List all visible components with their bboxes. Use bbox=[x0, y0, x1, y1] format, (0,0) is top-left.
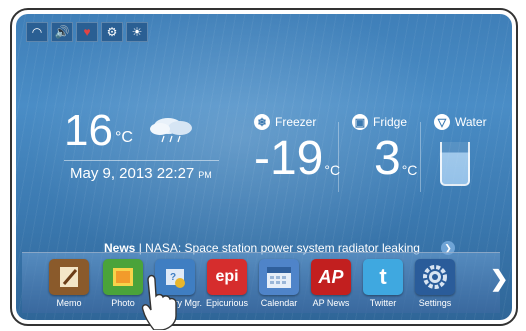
chevron-right-icon[interactable]: ❯ bbox=[490, 266, 508, 292]
fridge-panel[interactable]: ▣ Fridge 3 °C bbox=[352, 114, 418, 185]
date-time: May 9, 2013 22:27 PM bbox=[70, 165, 212, 182]
app-settings[interactable]: Settings bbox=[410, 259, 460, 308]
app-label: Memo bbox=[56, 298, 82, 308]
fridge-label: Fridge bbox=[373, 115, 408, 129]
zone-divider bbox=[338, 122, 339, 192]
app-ap-news[interactable]: AP AP News bbox=[306, 259, 356, 308]
snowflake-icon: ❄ bbox=[254, 114, 270, 130]
ap-news-icon: AP bbox=[311, 259, 351, 295]
alert-icon[interactable]: ♥ bbox=[76, 22, 98, 42]
outdoor-temperature: 16 °C bbox=[64, 109, 133, 153]
app-calendar[interactable]: Calendar bbox=[254, 259, 304, 308]
speaker-icon[interactable]: 🔊 bbox=[51, 22, 73, 42]
app-label: AP News bbox=[312, 298, 350, 308]
app-epicurious[interactable]: epi Epicurious bbox=[202, 259, 252, 308]
calendar-icon bbox=[259, 259, 299, 295]
date-time-text: May 9, 2013 22:27 bbox=[70, 165, 195, 182]
epicurious-icon: epi bbox=[207, 259, 247, 295]
status-bar: ◠ 🔊 ♥ ⚙ ☀ bbox=[26, 22, 148, 42]
weather-divider bbox=[64, 160, 219, 161]
water-icon: ▽ bbox=[434, 114, 450, 130]
ampm-label: PM bbox=[198, 170, 212, 180]
zone-divider bbox=[420, 122, 421, 192]
wifi-icon[interactable]: ◠ bbox=[26, 22, 48, 42]
photo-icon bbox=[103, 259, 143, 295]
ap-logo-text: AP bbox=[318, 266, 344, 287]
freezer-temperature: -19 bbox=[254, 132, 324, 185]
fridge-unit: °C bbox=[401, 162, 418, 178]
epicurious-logo-text: epi bbox=[215, 268, 239, 285]
light-icon[interactable]: ☀ bbox=[126, 22, 148, 42]
pointing-hand-icon bbox=[141, 274, 177, 330]
app-twitter[interactable]: t Twitter bbox=[358, 259, 408, 308]
water-glass-icon bbox=[440, 142, 470, 186]
water-panel[interactable]: ▽ Water bbox=[434, 114, 487, 130]
app-memo[interactable]: Memo bbox=[44, 259, 94, 308]
app-label: Twitter bbox=[369, 298, 397, 308]
app-label: Calendar bbox=[260, 298, 298, 308]
freezer-label: Freezer bbox=[275, 115, 317, 129]
twitter-logo-text: t bbox=[379, 264, 387, 289]
app-label: Epicurious bbox=[205, 298, 249, 308]
fridge-temperature: 3 bbox=[374, 132, 401, 185]
twitter-icon: t bbox=[363, 259, 403, 295]
memo-icon bbox=[49, 259, 89, 295]
water-label: Water bbox=[455, 115, 487, 129]
app-dock: Memo Photo ? Grocery Mgr. epi Epicurious… bbox=[22, 252, 500, 313]
temperature-value: 16 bbox=[64, 106, 113, 155]
cloud-rain-icon bbox=[150, 118, 192, 143]
temperature-unit: °C bbox=[114, 129, 133, 146]
app-label: Settings bbox=[418, 298, 452, 308]
fridge-icon: ▣ bbox=[352, 114, 368, 130]
freezer-panel[interactable]: ❄ Freezer -19 °C bbox=[254, 114, 340, 185]
settings-icon[interactable]: ⚙ bbox=[101, 22, 123, 42]
gear-icon bbox=[415, 259, 455, 295]
